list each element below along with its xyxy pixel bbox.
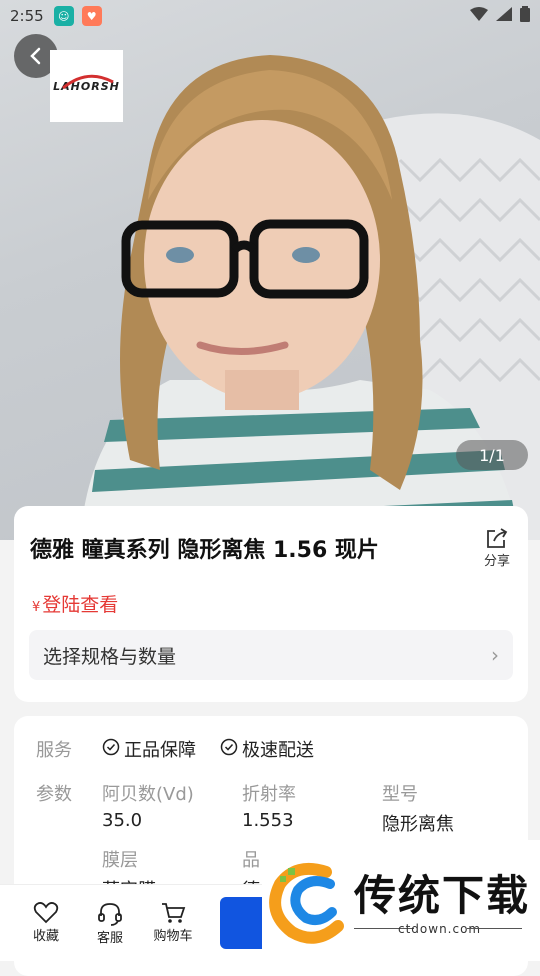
param-key: 折射率	[242, 784, 296, 805]
headset-icon	[98, 903, 122, 926]
cart-button[interactable]: 购物车	[143, 901, 203, 944]
app-notification-icon: ☺	[53, 6, 74, 26]
image-counter: 1/1	[456, 440, 528, 470]
battery-icon	[520, 6, 530, 26]
spec-selector-label: 选择规格与数量	[43, 645, 177, 668]
favorite-label: 收藏	[32, 929, 59, 944]
service-text: 正品保障	[124, 740, 196, 761]
watermark-logo-icon	[269, 863, 344, 944]
customer-service-button[interactable]: 客服	[80, 901, 140, 946]
check-circle-icon	[102, 738, 120, 761]
chevron-left-icon	[30, 47, 41, 65]
spec-selector[interactable]: 选择规格与数量 ›	[29, 630, 513, 680]
signal-icon	[496, 7, 512, 25]
share-button[interactable]: 分享	[480, 528, 514, 569]
watermark-title: 传统下载	[354, 871, 531, 920]
share-icon	[487, 528, 508, 548]
wifi-icon	[470, 7, 488, 25]
service-label: 服务	[36, 740, 72, 761]
product-title: 德雅 瞳真系列 隐形离焦 1.56 现片	[30, 538, 379, 563]
app-notification-icon-2: ♥	[81, 6, 102, 26]
param-value: 35.0	[102, 810, 143, 831]
watermark-url: ctdown.com	[398, 922, 482, 936]
heart-icon	[33, 902, 59, 924]
status-time: 2:55	[10, 7, 44, 25]
favorite-button[interactable]: 收藏	[16, 901, 76, 944]
cart-label: 购物车	[153, 929, 193, 944]
watermark-overlay: 传统下载 ctdown.com	[262, 840, 540, 960]
param-value: 1.553	[242, 810, 294, 831]
service-item: 极速配送	[220, 736, 314, 762]
param-value: 隐形离焦	[382, 814, 454, 835]
product-info-card: 德雅 瞳真系列 隐形离焦 1.56 现片 分享 ¥ 登陆查看 选择规格与数量 ›	[14, 506, 528, 702]
price-currency: ¥	[32, 600, 41, 615]
param-key: 品	[242, 850, 260, 871]
status-icons	[470, 6, 530, 26]
param-key: 膜层	[102, 850, 138, 871]
service-item: 正品保障	[102, 736, 196, 762]
params-label: 参数	[36, 784, 72, 805]
check-circle-icon	[220, 738, 238, 761]
customer-service-label: 客服	[96, 931, 123, 946]
share-label: 分享	[483, 554, 510, 569]
brand-swoosh-icon	[61, 74, 114, 90]
param-key: 阿贝数(Vd)	[102, 784, 194, 805]
chevron-right-icon: ›	[491, 643, 499, 667]
status-bar: 2:55 ☺ ♥	[0, 0, 540, 32]
watermark-divider	[467, 928, 522, 929]
price[interactable]: ¥ 登陆查看	[32, 590, 118, 617]
cart-icon	[162, 903, 186, 923]
service-text: 极速配送	[242, 740, 314, 761]
brand-logo: LAHORSH	[50, 50, 123, 122]
price-login-text[interactable]: 登陆查看	[42, 594, 118, 616]
param-key: 型号	[382, 784, 418, 805]
